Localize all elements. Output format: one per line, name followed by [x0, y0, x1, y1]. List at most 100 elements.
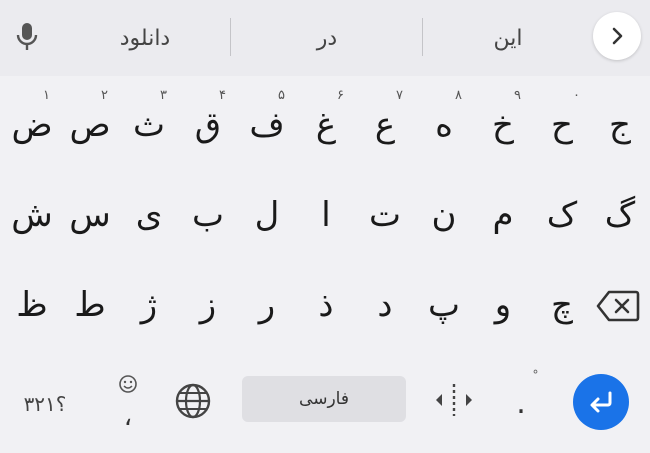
key[interactable]: ر: [237, 262, 297, 348]
key[interactable]: س: [60, 172, 120, 258]
key[interactable]: چ: [532, 262, 592, 348]
key[interactable]: م: [473, 172, 533, 258]
key-char: م: [492, 195, 514, 235]
suggestion-1[interactable]: دانلود: [60, 24, 230, 54]
key-char: ک: [546, 195, 578, 235]
key[interactable]: ن: [414, 172, 474, 258]
key[interactable]: ح۰: [532, 82, 592, 168]
key-char: پ: [427, 285, 460, 325]
emoji-icon: [119, 375, 137, 393]
key[interactable]: د: [355, 262, 415, 348]
key-char: ض: [11, 105, 53, 145]
suggestion-bar: دانلود در این: [0, 0, 650, 76]
comma-key[interactable]: ،: [100, 368, 156, 434]
backspace-key[interactable]: [596, 290, 640, 326]
key-row-3: ظ ط ژ ز ر ذ د پ و چ: [0, 262, 650, 348]
key-char: گ: [604, 195, 636, 235]
key-char: ژ: [140, 285, 158, 325]
key-char: ط: [74, 285, 106, 325]
backspace-icon: [596, 290, 640, 322]
key-hint: ۷: [396, 88, 403, 103]
key-char: ث: [132, 105, 165, 145]
key-hint: ۹: [514, 88, 521, 103]
language-switch-button[interactable]: [174, 382, 212, 424]
key[interactable]: ف۵: [237, 82, 297, 168]
key-char: س: [69, 195, 111, 235]
key[interactable]: و: [473, 262, 533, 348]
key[interactable]: ش: [2, 172, 62, 258]
enter-button[interactable]: [573, 374, 629, 430]
key-char: ن: [431, 195, 457, 235]
chevron-right-icon: [612, 27, 623, 45]
key-char: ی: [135, 195, 163, 235]
key[interactable]: ط: [60, 262, 120, 348]
key-char: ح: [551, 105, 573, 145]
period-key[interactable]: ْ .: [496, 368, 546, 434]
key-hint: ۶: [337, 88, 344, 103]
key-char: ت: [368, 195, 401, 235]
key-char: ع: [374, 105, 396, 145]
key[interactable]: ص۲: [60, 82, 120, 168]
key-hint: ۵: [278, 88, 285, 103]
key[interactable]: ض۱: [2, 82, 62, 168]
key[interactable]: ز: [178, 262, 238, 348]
key-char: ج: [609, 105, 631, 145]
comma-char: ،: [123, 402, 133, 432]
key[interactable]: ب: [178, 172, 238, 258]
key-hint: ۴: [219, 88, 226, 103]
key-hint: ۱: [43, 88, 50, 103]
key-char: ز: [199, 285, 217, 325]
key-char: ق: [194, 105, 222, 145]
key-char: ص: [69, 105, 111, 145]
enter-icon: [590, 391, 612, 413]
key-hint: ۰: [573, 88, 580, 103]
key-char: و: [494, 285, 512, 325]
key-row-2: ش س ی ب ل ا ت ن م ک گ: [0, 172, 650, 258]
bottom-row: ؟۳۲۱ ، فارسی ْ .: [0, 360, 650, 453]
key[interactable]: پ: [414, 262, 474, 348]
suggestion-divider: [230, 18, 231, 56]
key[interactable]: ل: [237, 172, 297, 258]
key-hint: ۸: [455, 88, 462, 103]
key[interactable]: ق۴: [178, 82, 238, 168]
key[interactable]: ا: [296, 172, 356, 258]
key-char: چ: [551, 285, 573, 325]
key-char: د: [377, 285, 393, 325]
key-char: ب: [191, 195, 224, 235]
globe-icon: [175, 383, 211, 419]
key[interactable]: ژ: [119, 262, 179, 348]
key-char: ه: [435, 105, 453, 145]
key-hint: ۳: [160, 88, 167, 103]
suggestion-divider: [422, 18, 423, 56]
suggestion-3[interactable]: این: [424, 24, 592, 54]
key[interactable]: ع۷: [355, 82, 415, 168]
key[interactable]: غ۶: [296, 82, 356, 168]
cursor-arrows-icon: [436, 384, 472, 416]
key[interactable]: ث۳: [119, 82, 179, 168]
key[interactable]: ت: [355, 172, 415, 258]
key[interactable]: ذ: [296, 262, 356, 348]
key-hint: ۲: [101, 88, 108, 103]
key[interactable]: ظ: [2, 262, 62, 348]
key[interactable]: ه۸: [414, 82, 474, 168]
microphone-icon[interactable]: [14, 22, 40, 52]
space-bar[interactable]: فارسی: [242, 376, 406, 422]
key-char: ر: [258, 285, 276, 325]
key-char: ذ: [318, 285, 334, 325]
key-char: ل: [254, 195, 280, 235]
collapse-button[interactable]: [593, 12, 641, 60]
key[interactable]: گ: [590, 172, 650, 258]
suggestion-2[interactable]: در: [232, 24, 422, 54]
key-char: خ: [492, 105, 514, 145]
key-char: ا: [321, 195, 331, 235]
key-char: ف: [249, 105, 285, 145]
key-row-1: ض۱ ص۲ ث۳ ق۴ ف۵ غ۶ ع۷ ه۸ خ۹ ح۰ ج: [0, 82, 650, 168]
key-char: ظ: [16, 285, 48, 325]
cursor-move-key[interactable]: [432, 382, 476, 422]
period-char: .: [516, 386, 526, 421]
key[interactable]: ج: [590, 82, 650, 168]
symbols-key[interactable]: ؟۳۲۱: [14, 388, 76, 420]
key[interactable]: ک: [532, 172, 592, 258]
key[interactable]: خ۹: [473, 82, 533, 168]
key[interactable]: ی: [119, 172, 179, 258]
